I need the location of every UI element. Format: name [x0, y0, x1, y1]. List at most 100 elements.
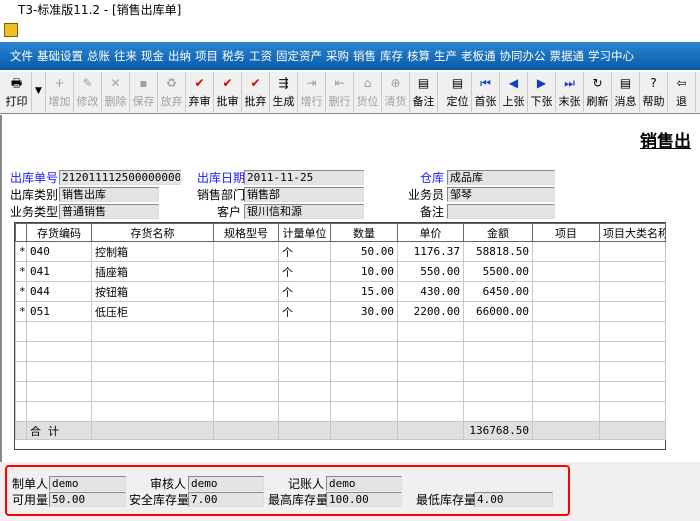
cell-amount[interactable]: 58818.50	[463, 241, 533, 262]
empty-cell[interactable]	[91, 361, 214, 382]
table-row[interactable]: * 040 控制箱 个 50.00 1176.37 58818.50	[15, 241, 666, 262]
empty-cell[interactable]	[599, 381, 666, 402]
cell-code[interactable]: 041	[26, 261, 92, 282]
table-row[interactable]: * 051 低压柜 个 30.00 2200.00 66000.00	[15, 301, 666, 322]
cell-unit[interactable]: 个	[278, 241, 331, 262]
menu-item-2[interactable]: 总账	[85, 48, 112, 64]
cell-price[interactable]: 2200.00	[397, 301, 464, 322]
cell-project-class[interactable]	[599, 261, 666, 282]
toolbar-button-exit[interactable]: ⇦ 退	[668, 72, 696, 112]
empty-row[interactable]	[15, 381, 666, 402]
table-row[interactable]: * 041 插座箱 个 10.00 550.00 5500.00	[15, 261, 666, 282]
cell-amount[interactable]: 5500.00	[463, 261, 533, 282]
empty-cell[interactable]	[463, 341, 533, 362]
empty-cell[interactable]	[91, 341, 214, 362]
customer-field[interactable]: 银川信和源	[244, 204, 364, 219]
cell-project[interactable]	[532, 241, 600, 262]
cell-name[interactable]: 控制箱	[91, 241, 214, 262]
toolbar-button-delete[interactable]: ✕ 删除	[102, 72, 130, 112]
cell-code[interactable]: 044	[26, 281, 92, 302]
menu-item-13[interactable]: 核算	[405, 48, 432, 64]
cell-project[interactable]	[532, 261, 600, 282]
empty-cell[interactable]	[26, 381, 92, 402]
menu-item-8[interactable]: 工资	[247, 48, 274, 64]
toolbar-button-discard[interactable]: ♻ 放弃	[158, 72, 186, 112]
date-field[interactable]: 2011-11-25	[244, 170, 364, 185]
toolbar-button-edit[interactable]: ✎ 修改	[74, 72, 102, 112]
max-field[interactable]: 100.00	[326, 492, 402, 507]
empty-cell[interactable]	[330, 401, 398, 422]
auditor-field[interactable]: demo	[188, 476, 264, 491]
empty-cell[interactable]	[15, 361, 27, 382]
empty-cell[interactable]	[26, 321, 92, 342]
empty-row[interactable]	[15, 401, 666, 422]
cell-qty[interactable]: 15.00	[330, 281, 398, 302]
menu-item-6[interactable]: 项目	[193, 48, 220, 64]
toolbar-button-batch-unapprove[interactable]: ✔ 批弃	[242, 72, 270, 112]
cell-price[interactable]: 1176.37	[397, 241, 464, 262]
cell-amount[interactable]: 6450.00	[463, 281, 533, 302]
toolbar-button-last[interactable]: ⏭ 末张	[556, 72, 584, 112]
empty-cell[interactable]	[213, 401, 279, 422]
toolbar-button-save[interactable]: ▪ 保存	[130, 72, 158, 112]
empty-cell[interactable]	[599, 401, 666, 422]
column-header-1[interactable]: 存货编码	[26, 223, 92, 242]
cell-project-class[interactable]	[599, 241, 666, 262]
empty-cell[interactable]	[463, 361, 533, 382]
cell-unit[interactable]: 个	[278, 281, 331, 302]
menu-item-14[interactable]: 生产	[432, 48, 459, 64]
column-header-7[interactable]: 金额	[463, 223, 533, 242]
empty-row[interactable]	[15, 321, 666, 342]
menu-item-7[interactable]: 税务	[220, 48, 247, 64]
toolbar-button-locate[interactable]: ▤ 定位	[444, 72, 472, 112]
toolbar-button-message[interactable]: ▤ 消息	[612, 72, 640, 112]
warehouse-field[interactable]: 成品库	[447, 170, 555, 185]
toolbar-button-note[interactable]: ▤ 备注	[410, 72, 438, 112]
menu-item-5[interactable]: 出纳	[166, 48, 193, 64]
empty-cell[interactable]	[26, 361, 92, 382]
empty-cell[interactable]	[532, 381, 600, 402]
empty-cell[interactable]	[330, 361, 398, 382]
min-field[interactable]: 4.00	[474, 492, 553, 507]
toolbar-button-first[interactable]: ⏮ 首张	[472, 72, 500, 112]
toolbar-button-next[interactable]: ▶ 下张	[528, 72, 556, 112]
menu-item-9[interactable]: 固定资产	[274, 48, 324, 64]
empty-cell[interactable]	[213, 321, 279, 342]
menu-item-1[interactable]: 基础设置	[35, 48, 85, 64]
empty-cell[interactable]	[463, 321, 533, 342]
dept-field[interactable]: 销售部	[244, 187, 364, 202]
cell-amount[interactable]: 66000.00	[463, 301, 533, 322]
cell-mark[interactable]: *	[15, 261, 27, 282]
empty-cell[interactable]	[278, 401, 331, 422]
empty-cell[interactable]	[599, 341, 666, 362]
toolbar-button-clear[interactable]: ⊕ 清货	[382, 72, 410, 112]
empty-cell[interactable]	[91, 321, 214, 342]
column-header-5[interactable]: 数量	[330, 223, 398, 242]
menu-item-0[interactable]: 文件	[8, 48, 35, 64]
empty-cell[interactable]	[278, 361, 331, 382]
remark-field[interactable]	[447, 204, 555, 219]
cell-price[interactable]: 430.00	[397, 281, 464, 302]
toolbar-button-location[interactable]: ⌂ 货位	[354, 72, 382, 112]
empty-cell[interactable]	[532, 401, 600, 422]
safety-field[interactable]: 7.00	[188, 492, 264, 507]
cell-code[interactable]: 040	[26, 241, 92, 262]
toolbar-button-add-row[interactable]: ⇥ 增行	[298, 72, 326, 112]
empty-row[interactable]	[15, 361, 666, 382]
empty-cell[interactable]	[532, 321, 600, 342]
empty-cell[interactable]	[532, 341, 600, 362]
column-header-8[interactable]: 项目	[532, 223, 600, 242]
menu-item-4[interactable]: 现金	[139, 48, 166, 64]
empty-cell[interactable]	[330, 321, 398, 342]
empty-cell[interactable]	[91, 401, 214, 422]
toolbar-button-add[interactable]: + 增加	[46, 72, 74, 112]
empty-cell[interactable]	[15, 341, 27, 362]
column-header-3[interactable]: 规格型号	[213, 223, 279, 242]
cell-name[interactable]: 低压柜	[91, 301, 214, 322]
empty-row[interactable]	[15, 341, 666, 362]
toolbar-button-unapprove[interactable]: ✔ 弃审	[186, 72, 214, 112]
menu-item-11[interactable]: 销售	[351, 48, 378, 64]
empty-cell[interactable]	[397, 381, 464, 402]
biz-type-field[interactable]: 普通销售	[59, 204, 159, 219]
toolbar-button-batch-approve[interactable]: ✔ 批审	[214, 72, 242, 112]
